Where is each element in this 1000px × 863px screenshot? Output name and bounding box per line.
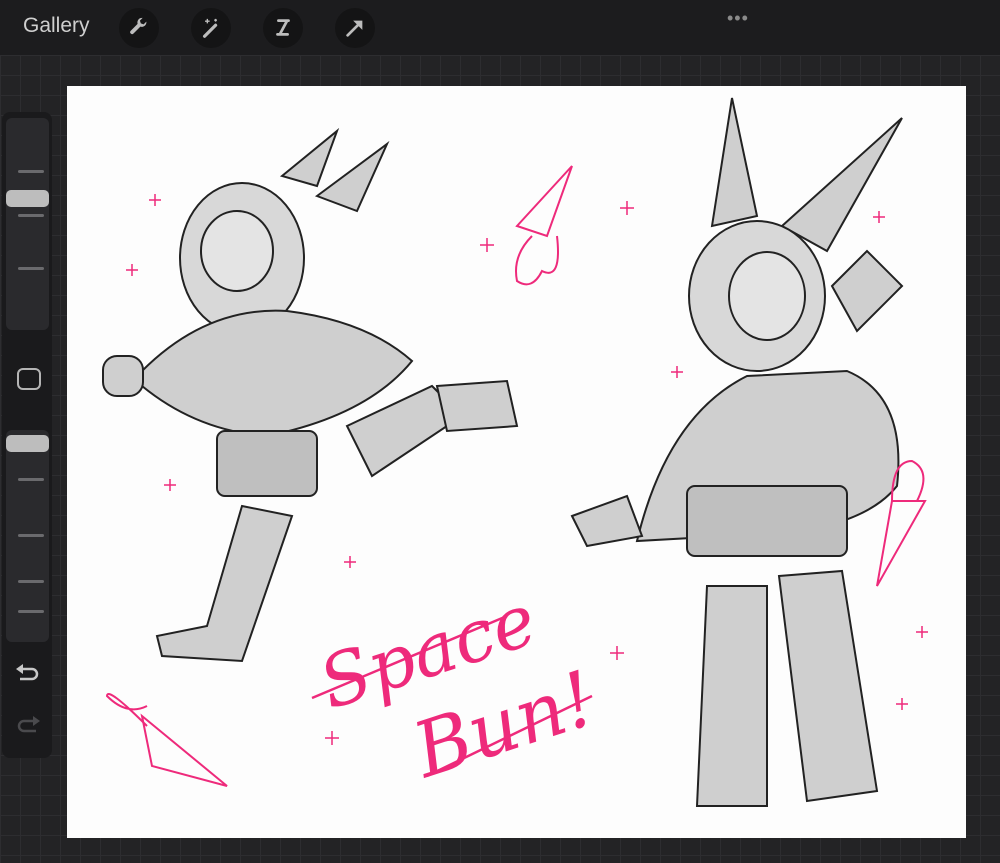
adjustments-button[interactable] <box>191 8 231 48</box>
drawing-canvas[interactable]: Space Bun! <box>67 86 966 838</box>
arrow-cursor-icon <box>346 20 363 37</box>
left-character <box>102 127 519 663</box>
right-character <box>570 97 904 807</box>
more-options-button[interactable]: ••• <box>727 8 749 29</box>
slider-tick <box>18 534 44 537</box>
space-bun-lettering: Space Bun! <box>309 577 605 795</box>
slider-tick <box>18 580 44 583</box>
selection-s-icon <box>276 19 290 36</box>
gallery-button[interactable]: Gallery <box>23 14 90 38</box>
slider-tick <box>18 170 44 173</box>
redo-icon <box>17 716 40 733</box>
slider-tick <box>18 610 44 613</box>
redo-button[interactable] <box>14 712 42 736</box>
brush-size-handle[interactable] <box>6 190 49 207</box>
top-toolbar: Gallery ••• <box>0 0 1000 55</box>
magic-wand-icon <box>202 18 218 38</box>
opacity-slider[interactable] <box>6 430 49 642</box>
actions-button[interactable] <box>119 8 159 48</box>
sidebar <box>2 112 52 758</box>
undo-button[interactable] <box>14 660 42 684</box>
opacity-handle[interactable] <box>6 435 49 452</box>
brush-size-slider[interactable] <box>6 118 49 330</box>
selection-button[interactable] <box>263 8 303 48</box>
square-icon[interactable] <box>17 368 41 390</box>
slider-tick <box>18 478 44 481</box>
undo-icon <box>16 664 39 681</box>
artwork: Space Bun! <box>102 97 928 807</box>
slider-tick <box>18 267 44 270</box>
slider-tick <box>18 214 44 217</box>
wrench-icon <box>130 17 147 35</box>
transform-button[interactable] <box>335 8 375 48</box>
